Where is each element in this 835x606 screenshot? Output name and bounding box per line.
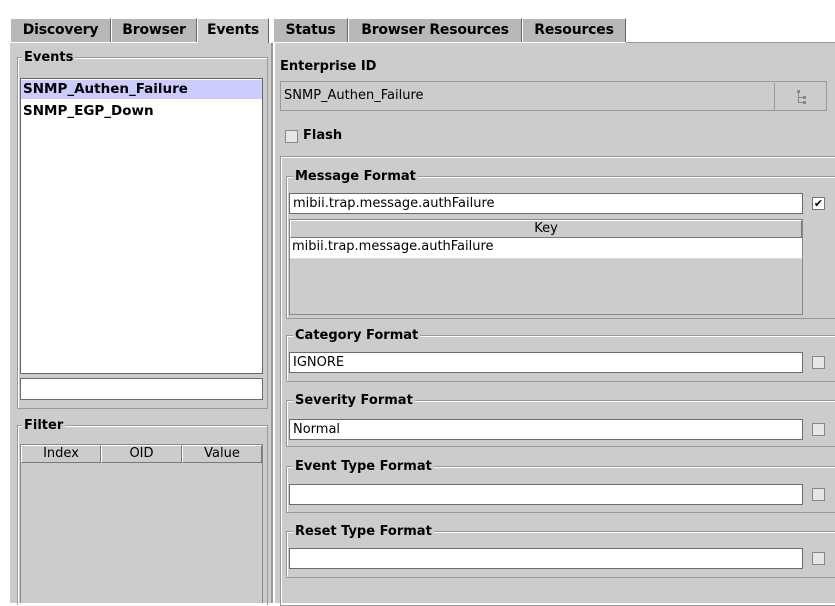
flash-checkbox[interactable]: [285, 130, 298, 143]
events-list[interactable]: SNMP_Authen_Failure SNMP_EGP_Down: [20, 78, 263, 374]
category-format-checkbox[interactable]: [812, 356, 825, 369]
events-filter-input[interactable]: [20, 378, 263, 400]
event-type-format-checkbox[interactable]: [812, 488, 825, 501]
event-type-format-title: Event Type Format: [293, 459, 434, 474]
tab-events[interactable]: Events: [197, 18, 269, 43]
tab-discovery[interactable]: Discovery: [10, 18, 111, 42]
enterprise-browse-button[interactable]: [774, 83, 826, 110]
event-type-format-input[interactable]: [289, 484, 803, 505]
filter-table[interactable]: Index OID Value: [20, 444, 263, 603]
list-item[interactable]: SNMP_EGP_Down: [21, 102, 262, 121]
severity-format-input[interactable]: Normal: [289, 419, 803, 440]
filter-column-oid[interactable]: OID: [101, 445, 182, 463]
tab-browser-resources[interactable]: Browser Resources: [348, 18, 522, 42]
table-row[interactable]: mibii.trap.message.authFailure: [290, 238, 802, 259]
key-column-header[interactable]: Key: [290, 220, 802, 238]
tab-resources[interactable]: Resources: [522, 18, 626, 42]
reset-type-format-checkbox[interactable]: [812, 552, 825, 565]
message-format-table[interactable]: Key mibii.trap.message.authFailure: [289, 219, 803, 315]
tab-bar: Discovery Browser Events Status Browser …: [0, 0, 835, 43]
tab-browser[interactable]: Browser: [111, 18, 197, 42]
message-format-input[interactable]: mibii.trap.message.authFailure: [289, 193, 803, 214]
message-format-checkbox[interactable]: ✔: [812, 197, 825, 210]
list-item[interactable]: SNMP_Authen_Failure: [21, 80, 262, 99]
filter-column-value[interactable]: Value: [182, 445, 262, 463]
tree-icon: [795, 89, 809, 109]
reset-type-format-input[interactable]: [289, 548, 803, 569]
message-format-title: Message Format: [293, 169, 418, 184]
category-format-title: Category Format: [293, 328, 421, 343]
filter-column-index[interactable]: Index: [21, 445, 101, 463]
severity-format-checkbox[interactable]: [812, 423, 825, 436]
enterprise-id-label: Enterprise ID: [280, 59, 377, 74]
flash-label: Flash: [303, 128, 343, 143]
severity-format-title: Severity Format: [293, 393, 415, 408]
tab-status[interactable]: Status: [273, 18, 348, 42]
filter-group-title: Filter: [22, 418, 66, 433]
category-format-input[interactable]: IGNORE: [289, 352, 803, 373]
reset-type-format-title: Reset Type Format: [293, 524, 434, 539]
events-group-title: Events: [22, 50, 76, 65]
enterprise-id-field: SNMP_Authen_Failure: [280, 81, 827, 111]
